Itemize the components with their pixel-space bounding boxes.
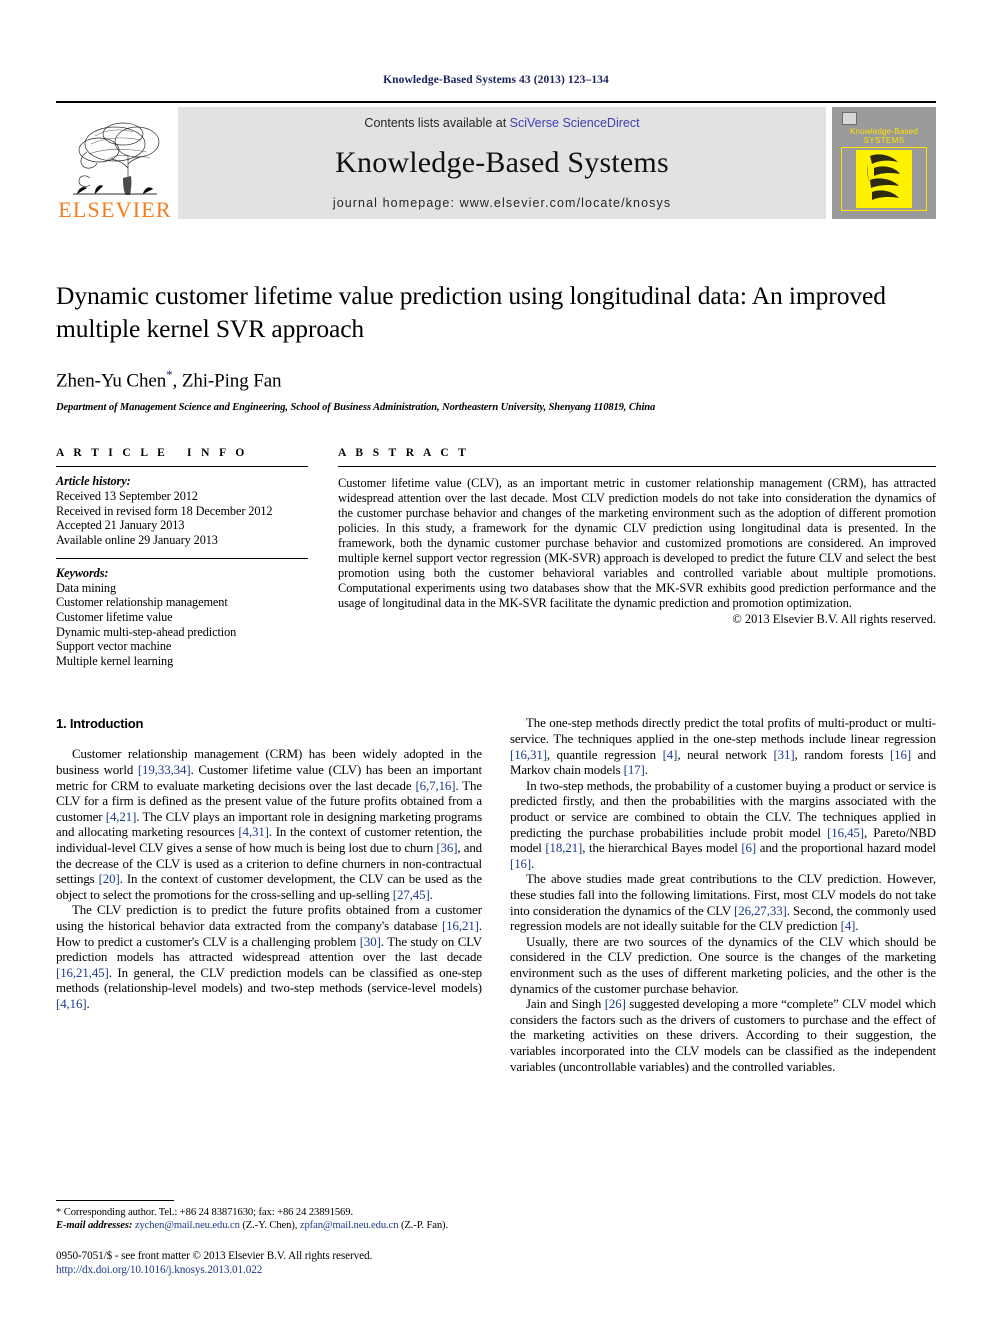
author-secondary: , Zhi-Ping Fan <box>172 370 282 392</box>
citation-ref[interactable]: [6,7,16] <box>415 779 455 793</box>
keyword-item: Data mining <box>56 580 117 595</box>
body-column-right: The one-step methods directly predict th… <box>510 716 936 1075</box>
citation-ref[interactable]: [19,33,34] <box>138 763 191 777</box>
abstract-column: A B S T R A C T Customer lifetime value … <box>338 447 936 668</box>
running-head: Knowledge-Based Systems 43 (2013) 123–13… <box>383 74 609 86</box>
paragraph: Customer relationship management (CRM) h… <box>56 747 483 902</box>
author-list: Zhen-Yu Chen*, Zhi-Ping Fan <box>56 367 936 392</box>
keyword-item: Customer lifetime value <box>56 610 173 625</box>
email-link-2[interactable]: zpfan@mail.neu.edu.cn <box>300 1220 399 1231</box>
paragraph: Jain and Singh [26] suggested developing… <box>510 997 936 1074</box>
abstract-copyright: © 2013 Elsevier B.V. All rights reserved… <box>732 612 936 627</box>
author-primary: Zhen-Yu Chen <box>56 370 167 392</box>
citation-ref[interactable]: [16] <box>890 748 911 762</box>
paragraph: In two-step methods, the probability of … <box>510 778 936 871</box>
citation-ref[interactable]: [16,45] <box>827 826 864 840</box>
elsevier-tree-icon <box>73 122 160 195</box>
cover-title-line1: Knowledge-Based <box>850 127 918 136</box>
journal-homepage-line[interactable]: journal homepage: www.elsevier.com/locat… <box>333 196 671 210</box>
citation-ref[interactable]: [6] <box>741 841 756 855</box>
citation-ref[interactable]: [4,16] <box>56 997 87 1011</box>
citation-ref[interactable]: [20] <box>99 872 120 886</box>
paragraph: Usually, there are two sources of the dy… <box>510 934 936 996</box>
email-addresses-note: E-mail addresses: zychen@mail.neu.edu.cn… <box>56 1219 496 1232</box>
elsevier-wordmark: ELSEVIER <box>58 197 172 222</box>
corresponding-author-note: * Corresponding author. Tel.: +86 24 838… <box>56 1207 353 1218</box>
citation-ref[interactable]: [4,21] <box>106 810 137 824</box>
info-abstract-row: A R T I C L E I N F O Article history: R… <box>56 447 936 668</box>
footnote-rule <box>56 1200 174 1201</box>
cover-corner-icon <box>842 112 857 125</box>
citation-ref[interactable]: [26,27,33] <box>734 904 787 918</box>
elsevier-logo: ELSEVIER <box>56 103 174 221</box>
article-history-group: Article history: Received 13 September 2… <box>56 467 308 547</box>
citation-ref[interactable]: [4] <box>663 748 678 762</box>
affiliation: Department of Management Science and Eng… <box>56 402 656 414</box>
citation-ref[interactable]: [26] <box>605 997 626 1011</box>
keyword-item: Customer relationship management <box>56 595 228 610</box>
contents-prefix: Contents lists available at <box>364 116 510 130</box>
footnote-block: * Corresponding author. Tel.: +86 24 838… <box>56 1200 496 1277</box>
keyword-item: Dynamic multi-step-ahead prediction <box>56 624 237 639</box>
abstract-text: Customer lifetime value (CLV), as an imp… <box>338 476 936 610</box>
page-title: Dynamic customer lifetime value predicti… <box>56 281 886 343</box>
email-label: E-mail addresses: <box>56 1220 133 1231</box>
history-item: Accepted 21 January 2013 <box>56 518 185 533</box>
citation-ref[interactable]: [16,21,45] <box>56 966 109 980</box>
keywords-group: Keywords: Data mining Customer relations… <box>56 559 308 668</box>
abstract-heading: A B S T R A C T <box>338 447 470 460</box>
citation-ref[interactable]: [27,45] <box>393 888 430 902</box>
section-title-introduction: 1. Introduction <box>56 716 144 732</box>
email-name-2: (Z.-P. Fan). <box>398 1220 449 1231</box>
journal-cover-thumbnail: Knowledge-Based SYSTEMS <box>832 107 936 219</box>
article-history-label: Article history: <box>56 474 131 489</box>
sciencedirect-link[interactable]: SciVerse ScienceDirect <box>510 116 640 130</box>
journal-title: Knowledge-Based Systems <box>335 146 669 179</box>
imprint-line: 0950-7051/$ - see front matter © 2013 El… <box>56 1250 373 1262</box>
cover-title-line2: SYSTEMS <box>863 136 905 145</box>
paragraph: The one-step methods directly predict th… <box>510 716 936 778</box>
article-info-column: A R T I C L E I N F O Article history: R… <box>56 447 308 668</box>
paper-page: Knowledge-Based Systems 43 (2013) 123–13… <box>0 0 992 1323</box>
history-item: Received 13 September 2012 <box>56 488 198 503</box>
citation-ref[interactable]: [4,31] <box>238 825 269 839</box>
citation-ref[interactable]: [31] <box>773 748 794 762</box>
citation-ref[interactable]: [16,21] <box>442 919 479 933</box>
citation-ref[interactable]: [18,21] <box>545 841 582 855</box>
keywords-label: Keywords: <box>56 566 109 581</box>
paragraph: The above studies made great contributio… <box>510 872 936 934</box>
email-name-1: (Z.-Y. Chen), <box>239 1220 300 1231</box>
article-info-heading: A R T I C L E I N F O <box>56 447 248 460</box>
body-columns: 1. Introduction Customer relationship ma… <box>56 716 936 1075</box>
body-column-left: 1. Introduction Customer relationship ma… <box>56 716 482 1075</box>
citation-ref[interactable]: [36] <box>436 841 457 855</box>
keyword-item: Multiple kernel learning <box>56 653 174 668</box>
citation-ref[interactable]: [16,31] <box>510 748 547 762</box>
email-link-1[interactable]: zychen@mail.neu.edu.cn <box>135 1220 240 1231</box>
cover-helix-artwork <box>856 150 912 208</box>
title-block: Dynamic customer lifetime value predicti… <box>56 279 936 413</box>
keyword-item: Support vector machine <box>56 639 172 654</box>
citation-ref[interactable]: [4] <box>841 919 856 933</box>
contents-available-line: Contents lists available at SciVerse Sci… <box>364 116 639 130</box>
citation-ref[interactable]: [30] <box>360 935 381 949</box>
cover-art-frame <box>841 147 927 211</box>
doi-link[interactable]: http://dx.doi.org/10.1016/j.knosys.2013.… <box>56 1264 496 1278</box>
citation-ref[interactable]: [16] <box>510 857 531 871</box>
masthead-center-panel: Contents lists available at SciVerse Sci… <box>178 107 826 219</box>
history-item: Available online 29 January 2013 <box>56 532 218 547</box>
journal-masthead: ELSEVIER Contents lists available at Sci… <box>56 101 936 221</box>
history-item: Received in revised form 18 December 201… <box>56 503 273 518</box>
citation-ref[interactable]: [17] <box>624 763 645 777</box>
imprint-block: 0950-7051/$ - see front matter © 2013 El… <box>56 1250 496 1277</box>
paragraph: The CLV prediction is to predict the fut… <box>56 903 483 1011</box>
